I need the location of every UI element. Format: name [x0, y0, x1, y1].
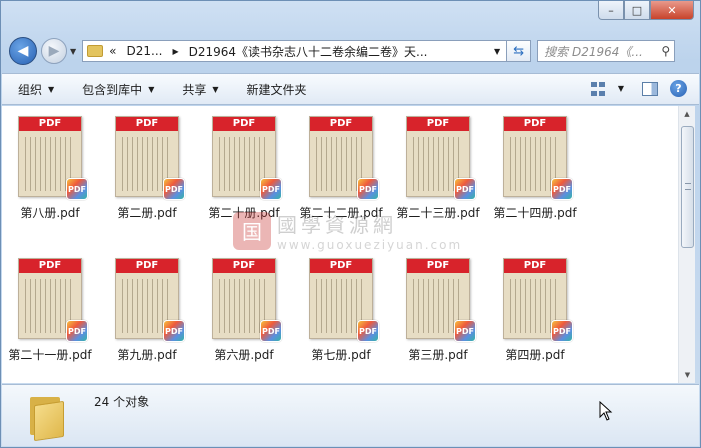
breadcrumb-separator-icon[interactable]: ▶: [172, 47, 178, 56]
chevron-down-icon: ▼: [212, 84, 219, 94]
file-name: 第七册.pdf: [311, 348, 371, 362]
file-name: 第四册.pdf: [505, 348, 565, 362]
folder-icon: [87, 45, 104, 57]
file-item[interactable]: PDF PDF 第八册.pdf: [2, 106, 98, 226]
file-name: 第九册.pdf: [117, 348, 177, 362]
pdf-banner: PDF: [213, 259, 275, 273]
pdf-banner: PDF: [213, 117, 275, 131]
refresh-icon: ⇆: [513, 43, 525, 59]
pdf-app-icon: PDF: [260, 178, 282, 200]
file-item[interactable]: PDF PDF 第二十四册.pdf: [487, 106, 583, 226]
arrow-right-icon: ▶: [48, 43, 60, 59]
explorer-window: – □ ✕ ◀ ▶ ▼ « D21... ▶ D21964《读书杂志八十二卷余编…: [0, 0, 701, 448]
breadcrumb-segment-2[interactable]: D21964《读书杂志八十二卷余编二卷》天...: [189, 43, 484, 60]
pdf-app-icon: PDF: [454, 320, 476, 342]
search-placeholder: 搜索 D21964《...: [544, 44, 643, 59]
file-list: PDF PDF 第八册.pdf PDF PDF 第二册.pdf PDF PDF 第二十册.pdf…: [2, 106, 678, 383]
pdf-app-icon: PDF: [454, 178, 476, 200]
details-pane: 24 个对象: [2, 384, 699, 446]
file-item[interactable]: PDF PDF 第二十二册.pdf: [293, 106, 389, 226]
share-menu[interactable]: 共享 ▼: [182, 81, 218, 98]
address-bar[interactable]: « D21... ▶ D21964《读书杂志八十二卷余编二卷》天... ▼: [82, 40, 508, 62]
chevron-down-icon: ▼: [48, 84, 55, 94]
organize-label: 组织: [18, 82, 43, 97]
pdf-banner: PDF: [19, 259, 81, 273]
pdf-banner: PDF: [407, 259, 469, 273]
pdf-app-icon: PDF: [163, 320, 185, 342]
chevron-down-icon: ▼: [148, 84, 155, 94]
change-view-icon[interactable]: [590, 81, 606, 97]
command-toolbar: 组织 ▼ 包含到库中 ▼ 共享 ▼ 新建文件夹 ▼ ?: [2, 73, 699, 105]
window-controls: – □ ✕: [598, 1, 694, 20]
file-item[interactable]: PDF PDF 第四册.pdf: [487, 248, 583, 368]
file-name: 第二十册.pdf: [208, 206, 280, 220]
pdf-app-icon: PDF: [357, 178, 379, 200]
file-name: 第六册.pdf: [214, 348, 274, 362]
pdf-banner: PDF: [116, 259, 178, 273]
pdf-app-icon: PDF: [260, 320, 282, 342]
arrow-left-icon: ◀: [17, 43, 29, 59]
file-item[interactable]: PDF PDF 第三册.pdf: [390, 248, 486, 368]
new-folder-button[interactable]: 新建文件夹: [247, 81, 307, 98]
file-name: 第二十三册.pdf: [396, 206, 480, 220]
pdf-app-icon: PDF: [551, 320, 573, 342]
address-overflow[interactable]: «: [109, 44, 116, 58]
include-in-library-menu[interactable]: 包含到库中 ▼: [82, 81, 154, 98]
preview-pane-icon[interactable]: [642, 81, 658, 96]
minimize-button[interactable]: –: [598, 1, 624, 20]
item-count: 24 个对象: [94, 395, 150, 409]
pdf-banner: PDF: [116, 117, 178, 131]
back-button[interactable]: ◀: [9, 37, 37, 65]
close-button[interactable]: ✕: [650, 1, 694, 20]
file-item[interactable]: PDF PDF 第九册.pdf: [99, 248, 195, 368]
pdf-banner: PDF: [19, 117, 81, 131]
pdf-app-icon: PDF: [66, 178, 88, 200]
pdf-app-icon: PDF: [357, 320, 379, 342]
scroll-down-icon[interactable]: ▼: [679, 367, 696, 383]
file-name: 第二册.pdf: [117, 206, 177, 220]
file-item[interactable]: PDF PDF 第二十三册.pdf: [390, 106, 486, 226]
maximize-button[interactable]: □: [624, 1, 650, 20]
organize-menu[interactable]: 组织 ▼: [18, 81, 54, 98]
file-name: 第二十四册.pdf: [493, 206, 577, 220]
refresh-button[interactable]: ⇆: [507, 40, 532, 62]
include-in-library-label: 包含到库中: [82, 82, 143, 97]
file-item[interactable]: PDF PDF 第二十一册.pdf: [2, 248, 98, 368]
pdf-banner: PDF: [407, 117, 469, 131]
forward-button[interactable]: ▶: [41, 38, 67, 64]
vertical-scrollbar[interactable]: ▲ ▼: [678, 106, 695, 383]
scrollbar-thumb[interactable]: [681, 126, 694, 248]
toolbar-right: ▼ ?: [578, 80, 687, 97]
pdf-banner: PDF: [504, 259, 566, 273]
file-item[interactable]: PDF PDF 第六册.pdf: [196, 248, 292, 368]
scroll-up-icon[interactable]: ▲: [679, 106, 695, 122]
navigation-bar: ◀ ▶ ▼ « D21... ▶ D21964《读书杂志八十二卷余编二卷》天..…: [9, 37, 692, 65]
help-icon[interactable]: ?: [670, 80, 687, 97]
file-name: 第二十二册.pdf: [299, 206, 383, 220]
file-item[interactable]: PDF PDF 第七册.pdf: [293, 248, 389, 368]
new-folder-label: 新建文件夹: [246, 82, 307, 97]
search-input[interactable]: 搜索 D21964《... ⚲: [537, 40, 676, 62]
file-item[interactable]: PDF PDF 第二十册.pdf: [196, 106, 292, 226]
pdf-banner: PDF: [310, 117, 372, 131]
address-dropdown-icon[interactable]: ▼: [494, 47, 500, 56]
search-icon: ⚲: [661, 44, 671, 58]
breadcrumb-segment-1[interactable]: D21...: [127, 44, 163, 58]
file-name: 第三册.pdf: [408, 348, 468, 362]
pdf-banner: PDF: [504, 117, 566, 131]
recent-locations-dropdown[interactable]: ▼: [70, 47, 76, 56]
pdf-app-icon: PDF: [66, 320, 88, 342]
folder-icon: [28, 393, 68, 442]
share-label: 共享: [182, 82, 207, 97]
pdf-app-icon: PDF: [163, 178, 185, 200]
pdf-app-icon: PDF: [551, 178, 573, 200]
file-item[interactable]: PDF PDF 第二册.pdf: [99, 106, 195, 226]
view-options-dropdown[interactable]: ▼: [612, 81, 630, 97]
pdf-banner: PDF: [310, 259, 372, 273]
